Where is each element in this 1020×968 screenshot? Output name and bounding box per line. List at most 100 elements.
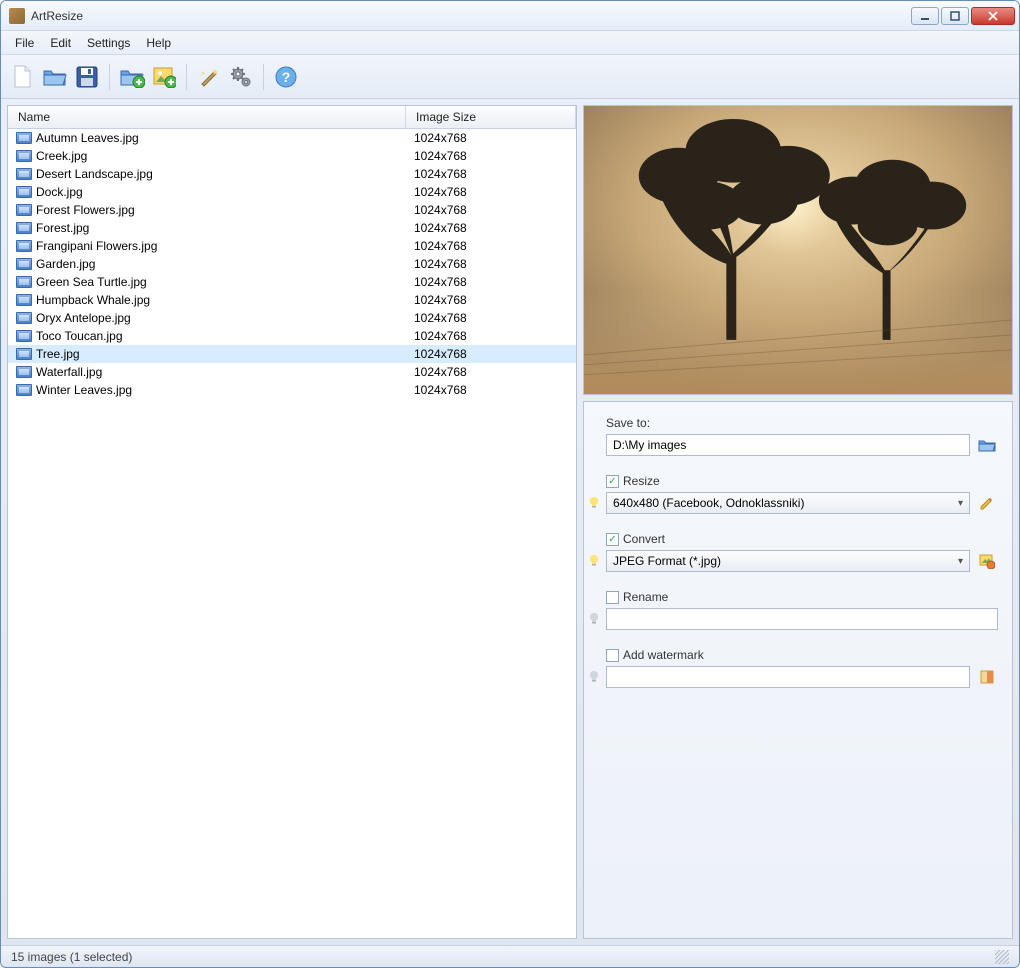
file-row[interactable]: Oryx Antelope.jpg1024x768 [8,309,576,327]
file-name: Green Sea Turtle.jpg [36,275,147,289]
convert-select[interactable]: JPEG Format (*.jpg) [606,550,970,572]
file-size: 1024x768 [406,256,576,272]
effects-button[interactable] [195,63,223,91]
file-size: 1024x768 [406,382,576,398]
new-file-button[interactable] [9,63,37,91]
file-row[interactable]: Garden.jpg 1024x768 [8,255,576,273]
file-row[interactable]: Humpback Whale.jpg1024x768 [8,291,576,309]
close-button[interactable] [971,7,1015,25]
file-row[interactable]: Desert Landscape.jpg1024x768 [8,165,576,183]
image-file-icon [16,222,32,234]
file-row[interactable]: Forest Flowers.jpg1024x768 [8,201,576,219]
open-folder-button[interactable] [41,63,69,91]
convert-settings-button[interactable] [976,550,998,572]
menu-settings[interactable]: Settings [81,34,136,52]
resize-select[interactable]: 640x480 (Facebook, Odnoklassniki) [606,492,970,514]
help-button[interactable]: ? [272,63,300,91]
file-row[interactable]: Dock.jpg1024x768 [8,183,576,201]
svg-text:?: ? [282,69,291,85]
file-row[interactable]: Winter Leaves.jpg1024x768 [8,381,576,399]
resize-grip[interactable] [995,950,1009,964]
file-row[interactable]: Autumn Leaves.jpg 1024x768 [8,129,576,147]
file-size: 1024x768 [406,130,576,146]
titlebar: ArtResize [1,1,1019,31]
bulb-icon [588,554,600,566]
convert-group: ✓ Convert JPEG Format (*.jpg) [606,532,998,572]
file-row[interactable]: Frangipani Flowers.jpg1024x768 [8,237,576,255]
file-row[interactable]: Forest.jpg1024x768 [8,219,576,237]
gears-icon [229,65,253,89]
column-size[interactable]: Image Size [406,106,576,128]
watermark-input[interactable] [606,666,970,688]
add-image-button[interactable] [150,63,178,91]
image-file-icon [16,240,32,252]
image-file-icon [16,348,32,360]
save-to-input[interactable] [606,434,970,456]
file-list[interactable]: Autumn Leaves.jpg 1024x768 Creek.jpg 1024x7… [8,129,576,938]
file-name: Forest Flowers.jpg [36,203,135,217]
pencil-icon [979,495,995,511]
watermark-checkbox[interactable] [606,649,619,662]
resize-edit-button[interactable] [976,492,998,514]
maximize-button[interactable] [941,7,969,25]
resize-checkbox[interactable]: ✓ [606,475,619,488]
menu-file[interactable]: File [9,34,40,52]
file-size: 1024x768 [406,148,576,164]
file-size: 1024x768 [406,346,576,362]
settings-button[interactable] [227,63,255,91]
file-name: Autumn Leaves.jpg [36,131,139,145]
menubar: File Edit Settings Help [1,31,1019,55]
toolbar-separator [263,64,264,90]
convert-label: Convert [623,532,665,546]
bulb-icon [588,670,600,682]
file-name: Waterfall.jpg [36,365,102,379]
resize-group: ✓ Resize 640x480 (Facebook, Odnoklassnik… [606,474,998,514]
menu-edit[interactable]: Edit [44,34,77,52]
file-name: Garden.jpg [36,257,95,271]
file-row[interactable]: Creek.jpg 1024x768 [8,147,576,165]
file-size: 1024x768 [406,184,576,200]
image-file-icon [16,366,32,378]
save-button[interactable] [73,63,101,91]
file-name: Creek.jpg [36,149,87,163]
image-file-icon [16,150,32,162]
file-list-pane: Name Image Size Autumn Leaves.jpg 1024x76… [7,105,577,939]
convert-checkbox[interactable]: ✓ [606,533,619,546]
file-row[interactable]: Waterfall.jpg 1024x768 [8,363,576,381]
file-row[interactable]: Tree.jpg1024x768 [8,345,576,363]
bulb-icon [588,612,600,624]
image-file-icon [16,294,32,306]
file-name: Desert Landscape.jpg [36,167,153,181]
toolbar-separator [109,64,110,90]
file-row[interactable]: Toco Toucan.jpg1024x768 [8,327,576,345]
rename-label: Rename [623,590,668,604]
watermark-browse-button[interactable] [976,666,998,688]
bulb-icon [588,496,600,508]
statusbar: 15 images (1 selected) [1,945,1019,967]
new-file-icon [12,64,34,90]
file-size: 1024x768 [406,238,576,254]
image-file-icon [16,168,32,180]
file-row[interactable]: Green Sea Turtle.jpg1024x768 [8,273,576,291]
folder-icon [978,438,996,452]
rename-input[interactable] [606,608,998,630]
toolbar: ? [1,55,1019,99]
save-to-group: Save to: [606,416,998,456]
options-panel: Save to: ✓ Resize [583,401,1013,939]
add-folder-button[interactable] [118,63,146,91]
browse-folder-button[interactable] [976,434,998,456]
watermark-group: Add watermark [606,648,998,688]
minimize-button[interactable] [911,7,939,25]
format-settings-icon [979,553,995,569]
menu-help[interactable]: Help [140,34,177,52]
column-name[interactable]: Name [8,106,406,128]
app-icon [9,8,25,24]
open-folder-icon [42,66,68,88]
file-name: Forest.jpg [36,221,89,235]
rename-group: Rename [606,590,998,630]
rename-checkbox[interactable] [606,591,619,604]
add-image-icon [152,66,176,88]
body: Name Image Size Autumn Leaves.jpg 1024x76… [1,99,1019,945]
file-size: 1024x768 [406,292,576,308]
file-size: 1024x768 [406,364,576,380]
